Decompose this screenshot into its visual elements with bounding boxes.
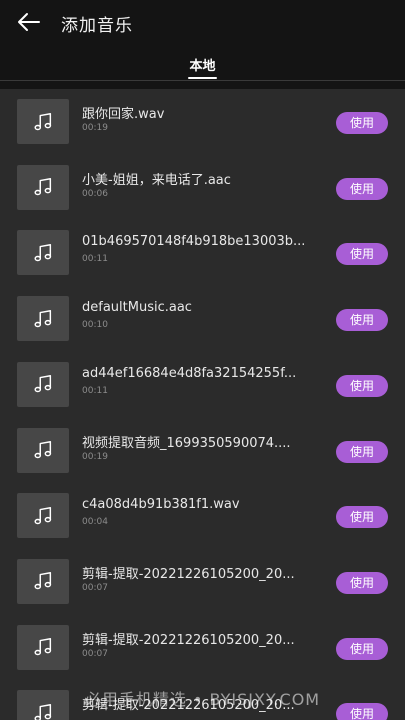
use-button[interactable]: 使用 — [336, 440, 388, 463]
music-thumbnail — [17, 99, 69, 144]
use-button[interactable]: 使用 — [336, 112, 388, 134]
music-thumbnail — [17, 427, 69, 473]
music-note-icon — [34, 572, 52, 590]
music-item-duration: 00:19 — [82, 123, 108, 133]
tab-local[interactable]: 本地 — [0, 55, 405, 74]
music-item-name: 视频提取音频_1699350590074.... — [82, 435, 291, 451]
music-thumbnail — [17, 624, 69, 670]
music-item-name: 剪辑-提取-20221226105200_20... — [82, 632, 295, 648]
music-thumbnail — [17, 230, 69, 276]
use-button[interactable]: 使用 — [336, 571, 388, 594]
use-button[interactable]: 使用 — [336, 177, 388, 200]
music-item-name: 跟你回家.wav — [82, 107, 165, 122]
music-item-duration: 00:07 — [82, 582, 108, 593]
music-item-name: 小美-姐姐，来电话了.aac — [82, 172, 231, 188]
music-thumbnail — [17, 296, 69, 342]
music-item-duration: 00:10 — [82, 320, 108, 331]
music-item-name: 01b469570148f4b918be13003b... — [82, 234, 306, 250]
music-item-duration: 00:11 — [82, 254, 108, 265]
music-item-duration: 00:04 — [82, 517, 108, 528]
use-button[interactable]: 使用 — [336, 243, 388, 266]
app-header: 添加音乐 — [0, 0, 405, 45]
back-button[interactable] — [16, 10, 42, 34]
use-button[interactable]: 使用 — [336, 374, 388, 397]
music-thumbnail — [17, 493, 69, 539]
music-note-icon — [34, 375, 52, 393]
watermark: 必用手机精选 • BYISJXY.COM — [84, 690, 321, 709]
music-item[interactable]: 01b469570148f4b918be13003b... 00:11 使用 — [0, 223, 405, 289]
use-button[interactable]: 使用 — [336, 506, 388, 529]
use-button[interactable]: 使用 — [336, 637, 388, 660]
music-list[interactable]: 跟你回家.wav 00:19 使用 小美-姐姐，来电话了.aac 00:06 使用 01b4… — [0, 89, 405, 720]
music-item[interactable]: 小美-姐姐，来电话了.aac 00:06 使用 — [0, 158, 405, 224]
music-item[interactable]: defaultMusic.aac 00:10 使用 — [0, 289, 405, 355]
music-item[interactable]: c4a08d4b91b381f1.wav 00:04 使用 — [0, 486, 405, 552]
music-item[interactable]: 剪辑-提取-20221226105200_20... 00:07 使用 — [0, 552, 405, 618]
music-item[interactable]: 视频提取音频_1699350590074.... 00:19 使用 — [0, 421, 405, 487]
music-item-duration: 00:11 — [82, 385, 108, 396]
music-item-name: 剪辑-提取-20221226105200_20... — [82, 566, 295, 582]
music-item[interactable]: 跟你回家.wav 00:19 使用 — [0, 92, 405, 158]
music-item[interactable]: ad44ef16684e4d8fa32154255f... 00:11 使用 — [0, 355, 405, 421]
tab-bar: 本地 — [0, 45, 405, 81]
arrow-left-icon — [18, 13, 40, 31]
music-note-icon — [34, 638, 52, 656]
music-item-duration: 00:06 — [82, 188, 108, 199]
music-item-duration: 00:19 — [82, 451, 108, 462]
music-thumbnail — [17, 164, 69, 210]
tab-active-indicator — [188, 77, 217, 79]
music-item-name: ad44ef16684e4d8fa32154255f... — [82, 365, 297, 381]
music-note-icon — [34, 112, 52, 130]
music-thumbnail — [17, 558, 69, 604]
music-note-icon — [34, 506, 52, 524]
music-item-name: defaultMusic.aac — [82, 300, 192, 316]
page-title: 添加音乐 — [61, 16, 133, 36]
music-note-icon — [34, 178, 52, 196]
music-thumbnail — [17, 361, 69, 407]
music-note-icon — [34, 441, 52, 459]
music-item-duration: 00:07 — [82, 648, 108, 659]
music-note-icon — [34, 309, 52, 327]
music-item-name: c4a08d4b91b381f1.wav — [82, 497, 240, 513]
use-button[interactable]: 使用 — [336, 309, 388, 332]
music-note-icon — [34, 243, 52, 262]
music-item[interactable]: 剪辑-提取-20221226105200_20... 00:07 使用 — [0, 618, 405, 684]
